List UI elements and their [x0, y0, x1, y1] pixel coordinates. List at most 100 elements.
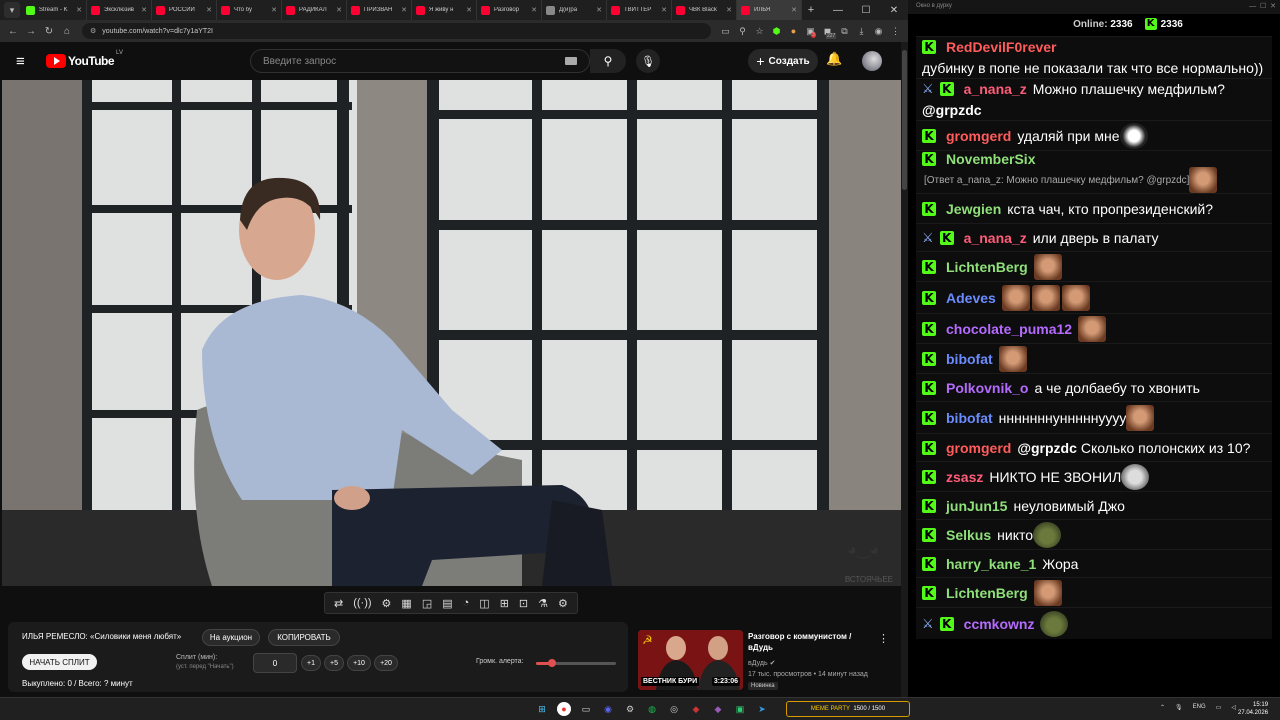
- increment-1-button[interactable]: +1: [301, 655, 321, 671]
- auction-button[interactable]: На аукцион: [202, 629, 260, 646]
- chat-username[interactable]: gromgerd: [946, 440, 1011, 456]
- start-split-button[interactable]: НАЧАТЬ СПЛИТ: [22, 654, 97, 670]
- alert-volume-handle[interactable]: [548, 659, 556, 667]
- browser-tab[interactable]: ТВИТТЕР ✕: [607, 0, 672, 20]
- discord-icon[interactable]: ◉: [601, 702, 615, 716]
- tab-close-icon[interactable]: ✕: [336, 6, 342, 14]
- browser-tab[interactable]: Я живу н ✕: [412, 0, 477, 20]
- forward-icon[interactable]: →: [22, 26, 40, 37]
- network-icon[interactable]: ▭: [1216, 704, 1222, 711]
- chat-message[interactable]: ⚔ Kccmkownz: [916, 607, 1272, 639]
- tab-close-icon[interactable]: ✕: [271, 6, 277, 14]
- chat-message[interactable]: K LichtenBerg: [916, 577, 1272, 607]
- obs-icon[interactable]: ◎: [667, 702, 681, 716]
- chat-username[interactable]: ccmkownz: [964, 616, 1035, 632]
- chat-message[interactable]: ⚔ Ka_nana_z или дверь в палату: [916, 223, 1272, 251]
- chat-message[interactable]: KjunJun15 неуловимый Джо: [916, 491, 1272, 519]
- subtitles-icon[interactable]: ▤: [442, 597, 452, 610]
- browser-tab[interactable]: РАДИКАЛ ✕: [282, 0, 347, 20]
- system-tray[interactable]: ⌃ 🎙 ENG ▭ ◁: [1160, 704, 1236, 711]
- chat-message[interactable]: K Adeves: [916, 281, 1272, 313]
- screenshot-camera-icon[interactable]: ⊡: [519, 597, 528, 610]
- chat-message[interactable]: K Selkus никто: [916, 519, 1272, 549]
- extension-cookie-icon[interactable]: ●: [785, 26, 802, 36]
- steam-icon[interactable]: ⚙: [623, 702, 637, 716]
- app-icon-green[interactable]: ▣: [733, 702, 747, 716]
- chat-emote-cat-icon[interactable]: [1121, 463, 1150, 490]
- crop-icon[interactable]: ◫: [479, 597, 489, 610]
- browser-tab[interactable]: Разговор ✕: [477, 0, 542, 20]
- browser-tab[interactable]: ЧВК Black ✕: [672, 0, 737, 20]
- meme-party-widget[interactable]: MEME PARTY 1500 / 1500: [786, 701, 910, 717]
- alert-volume-slider[interactable]: [536, 659, 616, 667]
- flask-icon[interactable]: ⚗: [538, 597, 548, 610]
- app-icon-red[interactable]: ◆: [689, 702, 703, 716]
- more-options-icon[interactable]: ⋮: [878, 632, 889, 645]
- chat-emote-frog-icon[interactable]: [1040, 610, 1069, 637]
- browser-tab[interactable]: РОССИЙ ✕: [152, 0, 217, 20]
- zoom-icon[interactable]: ⚲: [734, 26, 751, 37]
- loop-icon[interactable]: ⇄: [334, 597, 343, 610]
- chat-emote-face-icon[interactable]: [1033, 579, 1062, 606]
- app-icon-purple[interactable]: ◆: [711, 702, 725, 716]
- create-button[interactable]: + Создать: [748, 49, 818, 73]
- chat-username[interactable]: NovemberSix: [946, 151, 1035, 167]
- start-menu-icon[interactable]: ⊞: [535, 702, 549, 716]
- browser-tab[interactable]: Д(и)ра ✕: [542, 0, 607, 20]
- chat-message[interactable]: K Polkovnik_o а че долбаебу то хвонить: [916, 373, 1272, 401]
- profile-icon[interactable]: ◉: [870, 26, 887, 37]
- chat-username[interactable]: Adeves: [946, 290, 996, 306]
- chat-username[interactable]: harry_kane_1: [946, 556, 1036, 572]
- scrollbar-thumb[interactable]: [902, 50, 907, 190]
- gear-icon[interactable]: ⚙: [558, 597, 568, 610]
- voice-search-button[interactable]: 🎙: [636, 49, 660, 73]
- split-minutes-input[interactable]: 0: [253, 653, 297, 673]
- tab-close-icon[interactable]: ✕: [596, 6, 602, 14]
- chat-message-list[interactable]: K RedDevilF0rever дубинку в попе не показа…: [916, 36, 1272, 696]
- chat-emote-face-icon[interactable]: [1126, 404, 1155, 431]
- site-info-icon[interactable]: ⚙: [90, 27, 96, 35]
- microphone-tray-icon[interactable]: 🎙: [1175, 704, 1183, 711]
- telegram-icon[interactable]: ➤: [755, 702, 769, 716]
- chat-emote-face-icon[interactable]: [1033, 253, 1062, 280]
- browser-tab[interactable]: Что бу ✕: [217, 0, 282, 20]
- chat-username[interactable]: bibofat: [946, 410, 993, 426]
- chat-username[interactable]: a_nana_z: [964, 230, 1027, 246]
- copy-button[interactable]: КОПИРОВАТЬ: [268, 629, 340, 646]
- extension-icon[interactable]: ⬢: [768, 26, 785, 37]
- youtube-logo[interactable]: YouTube LV: [46, 50, 123, 68]
- file-explorer-icon[interactable]: ▭: [579, 702, 593, 716]
- playback-settings-icon[interactable]: ⚙: [382, 597, 392, 610]
- home-icon[interactable]: ⌂: [58, 26, 76, 37]
- video-player[interactable]: ◕‿◕ ВСТОЯЧЬЕЕ: [2, 80, 901, 586]
- chat-message[interactable]: Kbibofat нннннннунннннуууу: [916, 401, 1272, 433]
- chat-username[interactable]: chocolate_puma12: [946, 321, 1072, 337]
- reload-icon[interactable]: ↻: [40, 26, 58, 37]
- recommended-thumbnail[interactable]: ☭ ВЕСТНИК БУРИ 3:23:06: [638, 630, 743, 690]
- chat-window-controls[interactable]: — ☐ ✕: [1249, 2, 1276, 10]
- tray-expand-icon[interactable]: ⌃: [1160, 704, 1165, 711]
- cast-icon[interactable]: ▭: [717, 26, 734, 37]
- chat-emote-face-icon[interactable]: [1078, 315, 1107, 342]
- bookmark-star-icon[interactable]: ☆: [751, 26, 768, 37]
- system-clock[interactable]: 15:19 27.04.2026: [1238, 701, 1268, 717]
- chat-emote-face-icon[interactable]: [1001, 284, 1030, 311]
- chat-username[interactable]: LichtenBerg: [946, 259, 1028, 275]
- language-indicator[interactable]: ENG: [1193, 704, 1206, 711]
- increment-10-button[interactable]: +10: [347, 655, 371, 671]
- broadcast-icon[interactable]: ((·)): [353, 597, 371, 609]
- chat-emote-face-icon[interactable]: [1031, 284, 1060, 311]
- browser-tab[interactable]: ПРИЗВАН ✕: [347, 0, 412, 20]
- url-field[interactable]: ⚙ youtube.com/watch?v=dlc7y1aYT2I: [82, 23, 711, 39]
- volume-icon[interactable]: ◁: [1231, 704, 1236, 711]
- browser-menu-icon[interactable]: ⋮: [887, 26, 904, 37]
- search-input[interactable]: Введите запрос: [250, 49, 590, 73]
- chat-mention[interactable]: @grpzdc: [922, 102, 1268, 118]
- page-scrollbar[interactable]: [901, 42, 908, 697]
- chrome-icon[interactable]: ●: [557, 702, 571, 716]
- recommended-video[interactable]: ☭ ВЕСТНИК БУРИ 3:23:06 Разговор с коммун…: [638, 630, 900, 692]
- hamburger-menu-icon[interactable]: ≡: [16, 53, 38, 70]
- increment-5-button[interactable]: +5: [324, 655, 344, 671]
- tab-close-icon[interactable]: ✕: [76, 6, 82, 14]
- clapperboard-icon[interactable]: ▦: [401, 597, 411, 610]
